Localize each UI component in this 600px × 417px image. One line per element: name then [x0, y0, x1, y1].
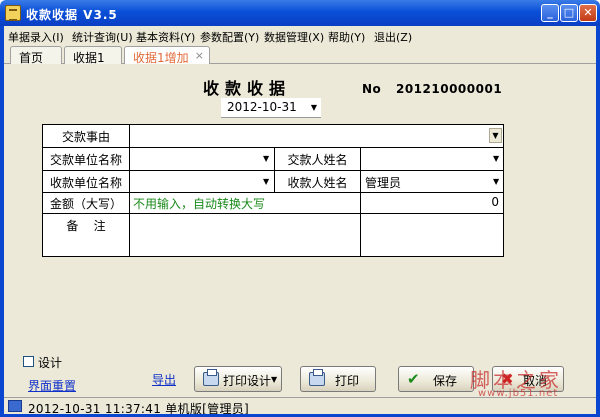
app-icon	[5, 5, 21, 21]
menu-bar: 单据录入(I) 统计查询(U) 基本资料(Y) 参数配置(Y) 数据管理(X) …	[4, 26, 596, 44]
window-frame-right	[596, 26, 600, 417]
close-window-button[interactable]: ✕	[579, 4, 597, 22]
date-picker[interactable]: 2012-10-31 ▼	[221, 98, 321, 118]
chevron-down-icon[interactable]: ▼	[493, 154, 499, 163]
chevron-down-icon[interactable]: ▼	[263, 177, 269, 186]
window-title: 收款收据 V3.5	[26, 8, 118, 22]
tab-label: 首页	[19, 51, 44, 65]
reset-ui-link[interactable]: 界面重置	[28, 377, 76, 394]
receipt-number-label: No	[362, 82, 382, 96]
date-value: 2012-10-31	[227, 100, 297, 114]
amount-uppercase-hint: 不用输入，自动转换大写	[133, 197, 266, 211]
form-title: 收款收据	[203, 79, 292, 98]
print-label: 打印	[335, 374, 360, 388]
tab-label: 收据1	[73, 51, 105, 65]
design-label: 设计	[38, 356, 63, 370]
receipt-grid: 交款事由 ▼ 交款单位名称 ▼ 交款人姓名 ▼ 收款单位名称 ▼ 收款人姓名 管…	[42, 124, 504, 257]
menu-data-management[interactable]: 数据管理(X)	[264, 29, 324, 45]
chevron-down-icon: ▼	[271, 375, 278, 384]
payee-name-value[interactable]: 管理员	[365, 174, 401, 191]
receipt-number-value: 201210000001	[395, 82, 503, 96]
export-link[interactable]: 导出	[152, 371, 176, 388]
print-button[interactable]: 打印	[300, 366, 376, 392]
watermark-url: www.jb51.net	[478, 388, 559, 399]
payer-unit-label: 交款单位名称	[49, 153, 122, 167]
menu-statistics[interactable]: 统计查询(U)	[72, 29, 133, 45]
title-bar: 收款收据 V3.5 _ □ ✕	[0, 0, 600, 26]
save-label: 保存	[433, 374, 458, 388]
amount-input[interactable]: 0	[361, 195, 499, 209]
check-icon: ✔	[407, 370, 420, 388]
menu-help[interactable]: 帮助(Y)	[328, 29, 365, 45]
maximize-button[interactable]: □	[560, 4, 578, 22]
tab-strip: 首页 收据1 收据1增加 ×	[4, 44, 596, 65]
chevron-down-icon[interactable]: ▼	[263, 154, 269, 163]
payer-name-select[interactable]	[361, 148, 503, 170]
remark-label: 备 注	[66, 219, 106, 233]
chevron-down-icon[interactable]: ▼	[493, 177, 499, 186]
design-checkbox[interactable]	[23, 356, 34, 367]
status-icon	[8, 400, 22, 412]
tab-receipt1-add[interactable]: 收据1增加 ×	[124, 46, 210, 65]
payment-matter-input[interactable]	[130, 126, 503, 147]
tab-receipt1[interactable]: 收据1	[64, 46, 122, 65]
chevron-down-icon[interactable]: ▼	[311, 103, 317, 112]
grid-line	[43, 192, 503, 193]
remark-extra-input[interactable]	[361, 214, 503, 256]
chevron-down-icon[interactable]: ▼	[489, 128, 502, 143]
print-design-button[interactable]: 打印设计 ▼	[194, 366, 282, 392]
menu-config[interactable]: 参数配置(Y)	[200, 29, 259, 45]
menu-exit[interactable]: 退出(Z)	[374, 29, 412, 45]
printer-icon	[309, 369, 325, 386]
receipt-number: No 201210000001	[362, 82, 502, 96]
menu-basic-data[interactable]: 基本资料(Y)	[136, 29, 195, 45]
amount-label: 金额（大写）	[49, 197, 122, 211]
payee-unit-label: 收款单位名称	[49, 176, 122, 190]
payee-name-label: 收款人姓名	[287, 176, 348, 190]
minimize-button[interactable]: _	[541, 4, 559, 22]
payer-name-label: 交款人姓名	[287, 153, 348, 167]
payer-unit-select[interactable]	[130, 148, 274, 170]
menu-document-entry[interactable]: 单据录入(I)	[8, 29, 64, 45]
tab-label: 收据1增加	[133, 51, 189, 65]
save-button[interactable]: ✔ 保存	[398, 366, 474, 392]
print-design-label: 打印设计	[223, 374, 272, 388]
printer-icon	[203, 369, 219, 386]
tab-close-icon[interactable]: ×	[195, 49, 204, 62]
tab-home[interactable]: 首页	[10, 46, 62, 65]
receipt-form-area: 收款收据 No 201210000001 2012-10-31 ▼ 交款事由 ▼…	[4, 64, 596, 397]
payee-unit-select[interactable]	[130, 171, 274, 192]
payment-matter-label: 交款事由	[61, 130, 110, 144]
status-bar: 2012-10-31 11:37:41 单机版[管理员]	[4, 397, 596, 416]
remark-input[interactable]	[130, 214, 360, 256]
